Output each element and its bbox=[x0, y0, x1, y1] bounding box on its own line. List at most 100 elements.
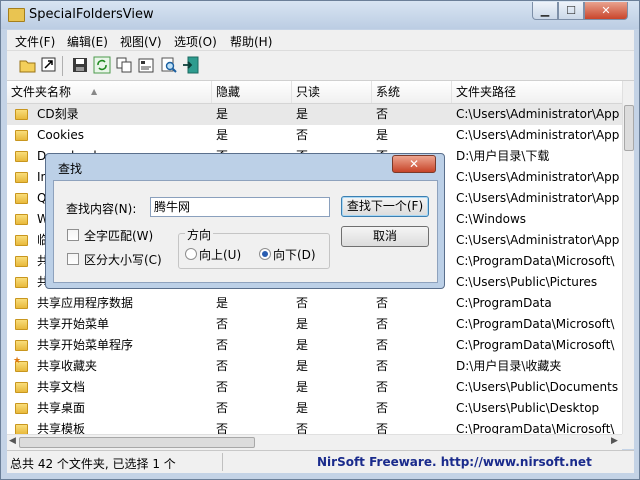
dialog-close-button[interactable]: ✕ bbox=[392, 155, 436, 173]
path-cell: C:\Users\Administrator\App bbox=[456, 170, 620, 184]
maximize-button[interactable]: ☐ bbox=[558, 2, 584, 20]
path-cell: C:\ProgramData\Microsoft\ bbox=[456, 338, 615, 352]
path-cell: C:\Users\Public\Pictures bbox=[456, 275, 598, 289]
readonly-cell: 是 bbox=[296, 380, 309, 394]
path-cell: C:\Users\Administrator\App bbox=[456, 107, 620, 121]
menu-view[interactable]: 视图(V) bbox=[120, 33, 162, 50]
system-cell: 否 bbox=[376, 296, 389, 310]
system-cell: 是 bbox=[376, 128, 389, 142]
folder-icon bbox=[15, 235, 28, 246]
readonly-cell: 是 bbox=[296, 359, 309, 373]
path-cell: D:\用户目录\下载 bbox=[456, 149, 550, 163]
folder-icon bbox=[15, 382, 28, 393]
vertical-scrollbar[interactable] bbox=[622, 81, 634, 434]
match-whole-checkbox[interactable] bbox=[67, 229, 79, 241]
table-row[interactable]: 共享文档 否 是 否 C:\Users\Public\Documents bbox=[7, 377, 622, 398]
folder-icon bbox=[15, 151, 28, 162]
folder-name-cell: 共享应用程序数据 bbox=[37, 296, 134, 310]
match-case-label[interactable]: 区分大小写(C) bbox=[84, 251, 162, 268]
system-cell: 否 bbox=[376, 401, 389, 415]
column-header-label: 文件夹名称 bbox=[11, 85, 72, 99]
open-folder-icon[interactable] bbox=[19, 56, 37, 74]
table-row[interactable]: 共享桌面 否 是 否 C:\Users\Public\Desktop bbox=[7, 398, 622, 419]
table-row[interactable]: Cookies 是 否 是 C:\Users\Administrator\App bbox=[7, 125, 622, 146]
exit-icon[interactable] bbox=[182, 56, 200, 74]
menu-options[interactable]: 选项(O) bbox=[174, 33, 217, 50]
readonly-cell: 是 bbox=[296, 317, 309, 331]
properties-icon[interactable] bbox=[137, 56, 155, 74]
system-cell: 否 bbox=[376, 338, 389, 352]
menu-bar: 文件(F) 编辑(E) 视图(V) 选项(O) 帮助(H) bbox=[7, 30, 634, 51]
folder-name-cell: 共享收藏夹 bbox=[37, 359, 98, 373]
app-folder-icon bbox=[8, 8, 25, 22]
table-row[interactable]: 共享开始菜单程序 否 是 否 C:\ProgramData\Microsoft\ bbox=[7, 335, 622, 356]
folder-name-cell: CD刻录 bbox=[37, 107, 79, 121]
match-case-checkbox[interactable] bbox=[67, 253, 79, 265]
column-header-name[interactable]: 文件夹名称 ▲ bbox=[7, 81, 212, 103]
path-cell: C:\ProgramData\Microsoft\ bbox=[456, 317, 615, 331]
save-icon[interactable] bbox=[71, 56, 89, 74]
folder-icon bbox=[15, 298, 28, 309]
find-icon[interactable] bbox=[160, 56, 178, 74]
list-header: 文件夹名称 ▲ 隐藏 只读 系统 文件夹路径 bbox=[7, 81, 622, 104]
folder-icon bbox=[15, 340, 28, 351]
hidden-cell: 是 bbox=[216, 296, 229, 310]
column-header-readonly[interactable]: 只读 bbox=[292, 81, 372, 103]
scroll-right-arrow-icon[interactable]: ▶ bbox=[611, 436, 618, 446]
folder-icon bbox=[15, 214, 28, 225]
find-next-button[interactable]: 查找下一个(F) bbox=[341, 196, 429, 217]
folder-icon bbox=[15, 130, 28, 141]
refresh-icon[interactable] bbox=[93, 56, 111, 74]
close-button[interactable]: ✕ bbox=[584, 2, 628, 20]
table-row[interactable]: 共享收藏夹 否 是 否 D:\用户目录\收藏夹 bbox=[7, 356, 622, 377]
status-link[interactable]: NirSoft Freeware. http://www.nirsoft.net bbox=[317, 455, 592, 469]
folder-icon bbox=[15, 256, 28, 267]
folder-icon bbox=[15, 319, 28, 330]
horizontal-scroll-thumb[interactable] bbox=[19, 437, 255, 448]
direction-down-label[interactable]: 向下(D) bbox=[273, 246, 316, 263]
readonly-cell: 否 bbox=[296, 296, 309, 310]
menu-help[interactable]: 帮助(H) bbox=[230, 33, 272, 50]
table-row[interactable]: 共享开始菜单 否 是 否 C:\ProgramData\Microsoft\ bbox=[7, 314, 622, 335]
horizontal-scrollbar[interactable]: ◀ ▶ bbox=[7, 434, 622, 450]
menu-file[interactable]: 文件(F) bbox=[15, 33, 55, 50]
hidden-cell: 否 bbox=[216, 422, 229, 434]
folder-name-cell: 共享桌面 bbox=[37, 401, 86, 415]
path-cell: C:\ProgramData\Microsoft\ bbox=[456, 254, 615, 268]
path-cell: D:\用户目录\收藏夹 bbox=[456, 359, 562, 373]
table-row[interactable]: 共享应用程序数据 是 否 否 C:\ProgramData bbox=[7, 293, 622, 314]
readonly-cell: 否 bbox=[296, 422, 309, 434]
direction-title: 方向 bbox=[185, 226, 214, 243]
column-header-hidden[interactable]: 隐藏 bbox=[212, 81, 292, 103]
status-bar: 总共 42 个文件夹, 已选择 1 个 NirSoft Freeware. ht… bbox=[7, 450, 634, 473]
cancel-button[interactable]: 取消 bbox=[341, 226, 429, 247]
folder-icon bbox=[15, 277, 28, 288]
direction-up-radio[interactable] bbox=[185, 248, 197, 260]
scroll-corner bbox=[622, 434, 634, 449]
readonly-cell: 否 bbox=[296, 128, 309, 142]
status-count: 总共 42 个文件夹, 已选择 1 个 bbox=[10, 457, 176, 471]
find-input[interactable]: 腾牛网 bbox=[150, 197, 330, 217]
match-whole-label[interactable]: 全字匹配(W) bbox=[84, 227, 153, 244]
hidden-cell: 否 bbox=[216, 338, 229, 352]
path-cell: C:\Users\Administrator\App bbox=[456, 233, 620, 247]
column-header-path[interactable]: 文件夹路径 bbox=[452, 81, 622, 103]
path-cell: C:\Users\Public\Desktop bbox=[456, 401, 600, 415]
direction-down-radio[interactable] bbox=[259, 248, 271, 260]
vertical-scroll-thumb[interactable] bbox=[624, 105, 634, 151]
shortcut-icon[interactable] bbox=[40, 56, 58, 74]
menu-edit[interactable]: 编辑(E) bbox=[67, 33, 108, 50]
path-cell: C:\Users\Administrator\App bbox=[456, 128, 620, 142]
dialog-body: 查找内容(N): 腾牛网 查找下一个(F) 取消 全字匹配(W) 区分大小写(C… bbox=[53, 180, 438, 283]
copy-icon[interactable] bbox=[115, 56, 133, 74]
folder-name-cell: 共享开始菜单程序 bbox=[37, 338, 134, 352]
direction-up-label[interactable]: 向上(U) bbox=[199, 246, 241, 263]
scroll-left-arrow-icon[interactable]: ◀ bbox=[9, 436, 16, 446]
favorites-folder-icon bbox=[13, 356, 28, 372]
table-row[interactable]: 共享模板 否 否 否 C:\ProgramData\Microsoft\ bbox=[7, 419, 622, 434]
folder-icon bbox=[15, 193, 28, 204]
column-header-system[interactable]: 系统 bbox=[372, 81, 452, 103]
minimize-button[interactable]: ▁ bbox=[532, 2, 558, 20]
path-cell: C:\Users\Public\Documents bbox=[456, 380, 619, 394]
table-row[interactable]: CD刻录 是 是 否 C:\Users\Administrator\App bbox=[7, 104, 622, 125]
